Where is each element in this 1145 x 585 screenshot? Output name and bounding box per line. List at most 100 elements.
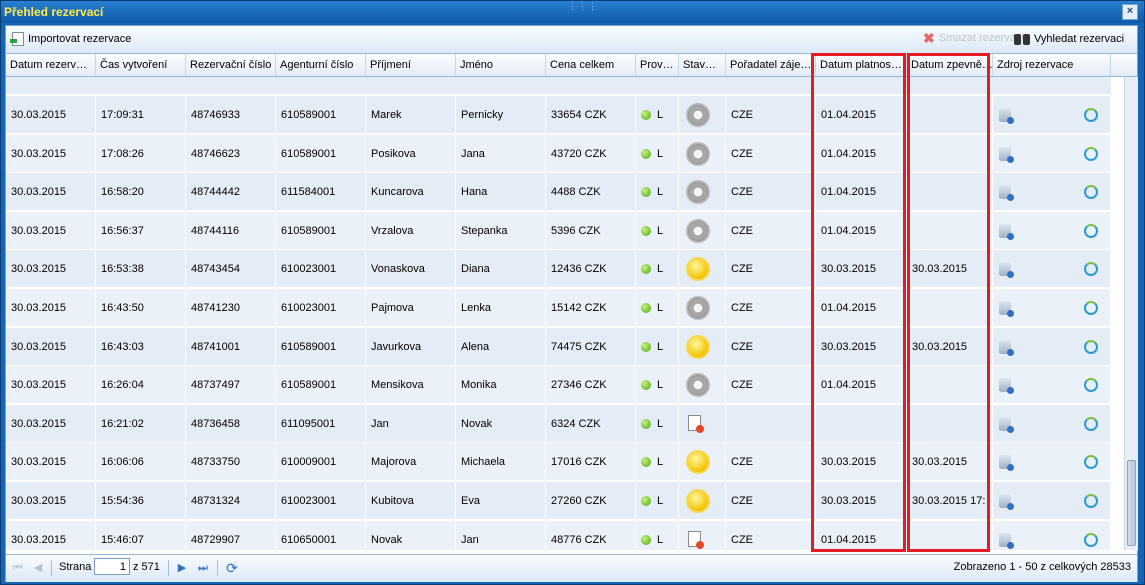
cell-confirm-date: [907, 173, 993, 212]
cell-source[interactable]: [993, 327, 1111, 366]
cell-surname: Marek: [366, 96, 456, 134]
header-col-source[interactable]: Zdroj rezervace: [993, 54, 1111, 76]
table-row[interactable]: 30.03.2015 16:56:37 48744116 610589001 Vrzal…: [6, 211, 1111, 250]
cell-status[interactable]: [679, 96, 726, 134]
cell-confirm-date: [907, 366, 993, 405]
cell-source[interactable]: [993, 520, 1111, 550]
cell-price: 74475 CZK: [546, 327, 636, 366]
cell-status[interactable]: [679, 250, 726, 289]
table-row[interactable]: 30.03.2015 16:43:50 48741230 610023001 Pajmo…: [6, 289, 1111, 327]
sync-icon[interactable]: [1084, 108, 1098, 122]
header-col-time[interactable]: Čas vytvoření: [96, 54, 186, 76]
close-button[interactable]: ×: [1122, 4, 1138, 20]
cell-date: 30.03.2015: [6, 404, 96, 443]
scrollbar-thumb[interactable]: [1127, 460, 1136, 546]
cell-source[interactable]: [993, 96, 1111, 134]
cell-status[interactable]: [679, 134, 726, 173]
header-col-surname[interactable]: Příjmení: [366, 54, 456, 76]
cell-source[interactable]: [993, 482, 1111, 520]
cell-source[interactable]: [993, 211, 1111, 250]
cell-source[interactable]: [993, 289, 1111, 327]
separator: [217, 560, 218, 576]
table-row[interactable]: 30.03.2015 17:08:26 48746623 610589001 Posik…: [6, 134, 1111, 173]
table-row-partial[interactable]: [6, 77, 1111, 95]
cell-valid-date: 01.04.2015: [816, 211, 907, 250]
cell-source[interactable]: [993, 443, 1111, 482]
table-row[interactable]: 30.03.2015 16:58:20 48744442 611584001 Kunca…: [6, 173, 1111, 212]
sync-icon[interactable]: [1084, 416, 1098, 431]
header-col-name[interactable]: Jméno: [456, 54, 546, 76]
delete-reservation-button[interactable]: ✖ Smazat rezervaci: [923, 31, 1024, 45]
sync-icon[interactable]: [1084, 223, 1098, 238]
table-row[interactable]: 30.03.2015 16:06:06 48733750 610009001 Major…: [6, 443, 1111, 482]
cell-confirm-date: 30.03.2015: [907, 250, 993, 289]
table-row[interactable]: 30.03.2015 16:26:04 48737497 610589001 Mensi…: [6, 366, 1111, 405]
header-col-date[interactable]: Datum rezerv…: [6, 54, 96, 76]
sync-icon[interactable]: [1084, 494, 1098, 508]
sync-icon[interactable]: [1084, 301, 1098, 315]
cell-status[interactable]: [679, 443, 726, 482]
table-row[interactable]: 30.03.2015 16:53:38 48743454 610023001 Vonas…: [6, 250, 1111, 289]
cell-source[interactable]: [993, 173, 1111, 212]
sync-icon[interactable]: [1084, 262, 1098, 277]
cell-source[interactable]: [993, 366, 1111, 405]
cell-res-number: 48737497: [186, 366, 276, 405]
cell-status[interactable]: [679, 173, 726, 212]
table-row[interactable]: 30.03.2015 15:46:07 48729907 610650001 Novak…: [6, 520, 1111, 550]
cell-source[interactable]: [993, 250, 1111, 289]
cell-time: 16:06:06: [96, 443, 186, 482]
cell-prov: L: [636, 134, 679, 173]
cell-prov: L: [636, 96, 679, 134]
cell-confirm-date: [907, 211, 993, 250]
sync-icon[interactable]: [1084, 185, 1098, 200]
header-col-res-number[interactable]: Rezervační číslo: [186, 54, 276, 76]
cell-source[interactable]: [993, 404, 1111, 443]
header-col-organizer[interactable]: Pořadatel záje…: [726, 54, 816, 76]
prov-label: L: [657, 302, 664, 314]
drag-grip-icon[interactable]: ⋮⋮⋮: [568, 1, 598, 12]
prov-label: L: [657, 533, 664, 546]
page-number-input[interactable]: [94, 558, 130, 575]
sync-icon[interactable]: [1084, 532, 1098, 547]
table-row[interactable]: 30.03.2015 15:54:36 48731324 610023001 Kubit…: [6, 482, 1111, 520]
table-row[interactable]: 30.03.2015 17:09:31 48746933 610589001 Marek…: [6, 96, 1111, 134]
cell-status[interactable]: [679, 366, 726, 405]
grid-body[interactable]: 30.03.2015 17:09:31 48746933 610589001 Marek…: [6, 77, 1124, 550]
prev-page-icon[interactable]: ◀: [32, 562, 44, 574]
cell-status[interactable]: [679, 482, 726, 520]
cell-status[interactable]: [679, 289, 726, 327]
cell-status[interactable]: [679, 404, 726, 443]
cell-status[interactable]: [679, 211, 726, 250]
refresh-icon[interactable]: ⟳: [226, 561, 238, 575]
cell-source[interactable]: [993, 134, 1111, 173]
import-reservations-button[interactable]: Importovat rezervace: [10, 32, 131, 46]
table-row[interactable]: 30.03.2015 16:43:03 48741001 610589001 Javur…: [6, 327, 1111, 366]
cell-prov: L: [636, 482, 679, 520]
header-col-price[interactable]: Cena celkem: [546, 54, 636, 76]
header-col-prov[interactable]: Prov…: [636, 54, 679, 76]
vertical-scrollbar[interactable]: [1124, 77, 1138, 550]
database-icon: [999, 532, 1014, 549]
cell-status[interactable]: [679, 520, 726, 550]
next-page-icon[interactable]: ▶: [176, 562, 188, 574]
separator: [51, 560, 52, 576]
first-page-icon[interactable]: ⏮: [12, 562, 24, 574]
sync-icon[interactable]: [1084, 146, 1098, 161]
header-col-status[interactable]: Stav…: [679, 54, 726, 76]
header-col-agent-number[interactable]: Agenturní číslo: [276, 54, 366, 76]
cell-agent-number: 610023001: [276, 250, 366, 289]
gear-status-icon: [688, 220, 708, 241]
cell-res-number: 48736458: [186, 404, 276, 443]
header-col-confirm-date[interactable]: Datum zpevně…: [907, 54, 993, 76]
database-icon: [999, 416, 1014, 433]
header-col-valid-date[interactable]: Datum platnos…: [816, 54, 907, 76]
window-titlebar[interactable]: Přehled rezervací ⋮⋮⋮ ×: [1, 1, 1144, 23]
cell-status[interactable]: [679, 327, 726, 366]
search-reservation-button[interactable]: Vyhledat rezervaci: [1014, 32, 1124, 45]
sync-icon[interactable]: [1084, 455, 1098, 470]
table-row[interactable]: 30.03.2015 16:21:02 48736458 611095001 Jan No…: [6, 404, 1111, 443]
last-page-icon[interactable]: ⏭: [197, 562, 209, 574]
sync-icon[interactable]: [1084, 339, 1098, 354]
sync-icon[interactable]: [1084, 378, 1098, 393]
cell-prov: L: [636, 211, 679, 250]
